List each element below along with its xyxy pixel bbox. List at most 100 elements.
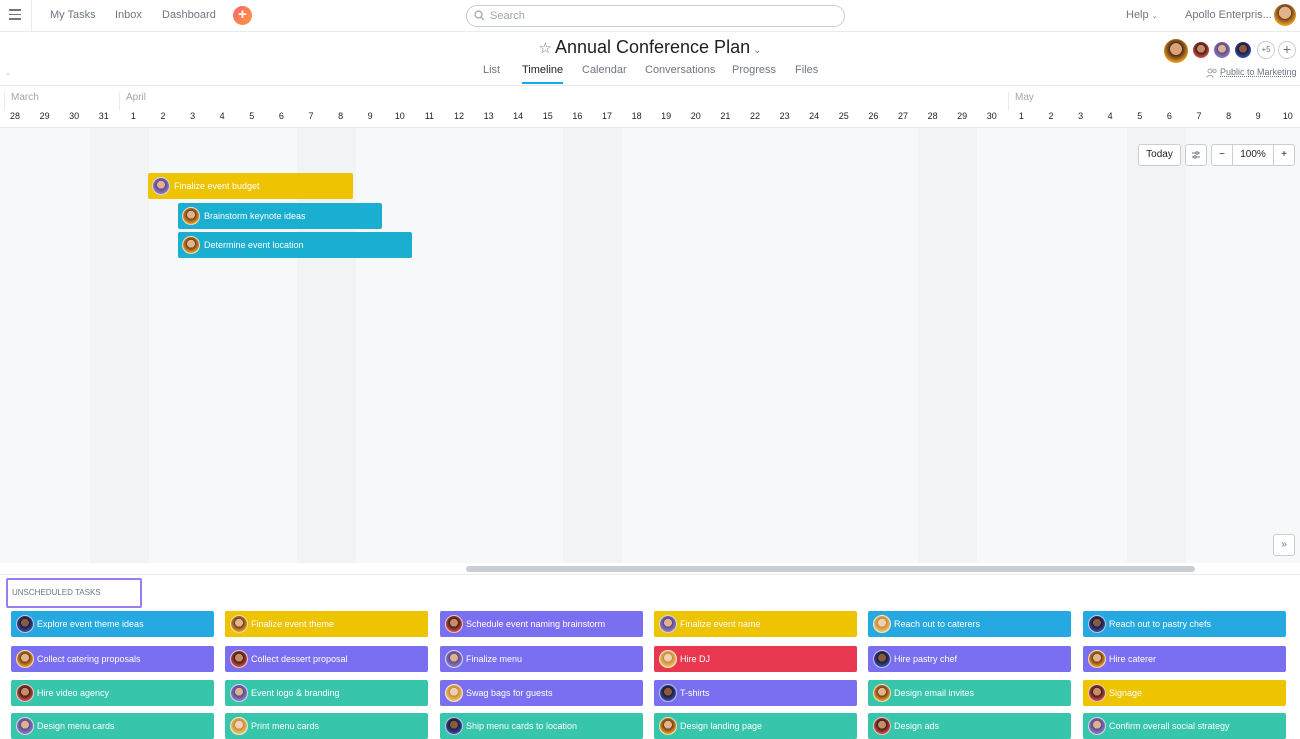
unscheduled-task-card[interactable]: Finalize event name xyxy=(654,611,857,637)
day-label: 10 xyxy=(1282,111,1293,121)
day-label: 9 xyxy=(367,111,373,121)
add-member-button[interactable]: + xyxy=(1278,41,1296,59)
task-name: Hire caterer xyxy=(1109,654,1157,664)
unscheduled-task-card[interactable]: Hire pastry chef xyxy=(868,646,1071,672)
nav-dashboard[interactable]: Dashboard xyxy=(162,9,216,21)
unscheduled-task-card[interactable]: Reach out to caterers xyxy=(868,611,1071,637)
weekend-column xyxy=(563,128,622,563)
unscheduled-task-card[interactable]: Swag bags for guests xyxy=(440,680,643,706)
org-switcher[interactable]: Apollo Enterpris... xyxy=(1185,9,1272,21)
collapse-icon[interactable]: « xyxy=(6,71,10,78)
day-label: 5 xyxy=(249,111,255,121)
tab-timeline[interactable]: Timeline xyxy=(522,64,564,84)
task-name: Brainstorm keynote ideas xyxy=(204,211,306,221)
avatar xyxy=(16,717,34,735)
unscheduled-task-card[interactable]: Collect catering proposals xyxy=(11,646,214,672)
unscheduled-task-card[interactable]: T-shirts xyxy=(654,680,857,706)
day-label: 10 xyxy=(394,111,405,121)
search-placeholder: Search xyxy=(490,10,525,22)
unscheduled-task-card[interactable]: Hire caterer xyxy=(1083,646,1286,672)
timeline-task[interactable]: Finalize event budget xyxy=(148,173,353,199)
project-visibility[interactable]: Public to Marketing xyxy=(1206,67,1297,78)
today-button[interactable]: Today xyxy=(1138,144,1181,166)
avatar xyxy=(182,207,200,225)
day-label: 1 xyxy=(1018,111,1024,121)
unscheduled-task-card[interactable]: Hire DJ xyxy=(654,646,857,672)
filter-icon[interactable] xyxy=(1185,144,1207,166)
day-label: 25 xyxy=(838,111,849,121)
weekend-column xyxy=(918,128,977,563)
day-label: 4 xyxy=(1107,111,1113,121)
unscheduled-task-card[interactable]: Finalize event theme xyxy=(225,611,428,637)
user-avatar[interactable] xyxy=(1274,4,1296,26)
day-label: 14 xyxy=(513,111,524,121)
unscheduled-task-card[interactable]: Design landing page xyxy=(654,713,857,739)
search-input[interactable]: Search xyxy=(466,5,845,27)
unscheduled-task-card[interactable]: Signage xyxy=(1083,680,1286,706)
day-label: 23 xyxy=(779,111,790,121)
tab-conversations[interactable]: Conversations xyxy=(645,64,715,84)
weekend-column xyxy=(90,128,149,563)
tab-calendar[interactable]: Calendar xyxy=(582,64,627,84)
day-label: 8 xyxy=(338,111,344,121)
timeline-task[interactable]: Brainstorm keynote ideas xyxy=(178,203,382,229)
more-members-badge[interactable]: +5 xyxy=(1257,41,1275,59)
unscheduled-task-card[interactable]: Ship menu cards to location xyxy=(440,713,643,739)
avatar xyxy=(445,684,463,702)
avatar[interactable] xyxy=(1191,40,1211,60)
menu-icon[interactable] xyxy=(9,9,21,21)
chevron-down-icon[interactable]: ⌄ xyxy=(753,45,761,56)
unscheduled-task-card[interactable]: Design email invites xyxy=(868,680,1071,706)
task-name: Reach out to pastry chefs xyxy=(1109,619,1212,629)
visibility-label: Public to Marketing xyxy=(1220,67,1297,77)
unscheduled-task-card[interactable]: Confirm overall social strategy xyxy=(1083,713,1286,739)
avatar[interactable] xyxy=(1233,40,1253,60)
horizontal-scrollbar[interactable] xyxy=(466,566,1195,572)
star-icon[interactable]: ☆ xyxy=(539,40,552,57)
day-label: 6 xyxy=(1166,111,1172,121)
day-label: 30 xyxy=(69,111,80,121)
day-label: 2 xyxy=(1048,111,1054,121)
chevron-down-icon: ⌄ xyxy=(1151,13,1158,20)
unscheduled-task-card[interactable]: Hire video agency xyxy=(11,680,214,706)
day-label: 9 xyxy=(1255,111,1261,121)
help-menu[interactable]: Help ⌄ xyxy=(1126,9,1158,21)
day-label: 12 xyxy=(453,111,464,121)
people-icon xyxy=(1206,68,1217,78)
zoom-in-button[interactable]: + xyxy=(1273,144,1295,166)
day-label: 21 xyxy=(720,111,731,121)
zoom-level: 100% xyxy=(1232,144,1274,166)
avatar[interactable] xyxy=(1212,40,1232,60)
avatar xyxy=(1088,615,1106,633)
unscheduled-task-card[interactable]: Schedule event naming brainstorm xyxy=(440,611,643,637)
unscheduled-task-card[interactable]: Reach out to pastry chefs xyxy=(1083,611,1286,637)
nav-my-tasks[interactable]: My Tasks xyxy=(50,9,96,21)
weekend-column xyxy=(1127,128,1186,563)
expand-down-icon[interactable]: » xyxy=(1273,534,1295,556)
unscheduled-task-card[interactable]: Finalize menu xyxy=(440,646,643,672)
tab-list[interactable]: List xyxy=(483,64,500,84)
day-label: 7 xyxy=(1196,111,1202,121)
unscheduled-task-card[interactable]: Event logo & branding xyxy=(225,680,428,706)
day-label: 11 xyxy=(424,111,435,121)
unscheduled-task-card[interactable]: Collect dessert proposal xyxy=(225,646,428,672)
timeline-task[interactable]: Determine event location xyxy=(178,232,412,258)
avatar xyxy=(659,650,677,668)
unscheduled-task-card[interactable]: Design ads xyxy=(868,713,1071,739)
divider xyxy=(31,0,32,32)
unscheduled-task-card[interactable]: Design menu cards xyxy=(11,713,214,739)
task-name: Swag bags for guests xyxy=(466,688,553,698)
tab-progress[interactable]: Progress xyxy=(732,64,776,84)
quick-add-button[interactable]: + xyxy=(233,6,252,25)
avatar[interactable] xyxy=(1162,37,1190,65)
unscheduled-tasks-label[interactable]: UNSCHEDULED TASKS xyxy=(6,578,142,608)
avatar xyxy=(445,615,463,633)
help-label: Help xyxy=(1126,9,1149,21)
tab-files[interactable]: Files xyxy=(795,64,818,84)
unscheduled-task-card[interactable]: Print menu cards xyxy=(225,713,428,739)
nav-inbox[interactable]: Inbox xyxy=(115,9,142,21)
task-name: Hire pastry chef xyxy=(894,654,958,664)
avatar xyxy=(873,615,891,633)
unscheduled-task-card[interactable]: Explore event theme ideas xyxy=(11,611,214,637)
zoom-out-button[interactable]: − xyxy=(1211,144,1233,166)
